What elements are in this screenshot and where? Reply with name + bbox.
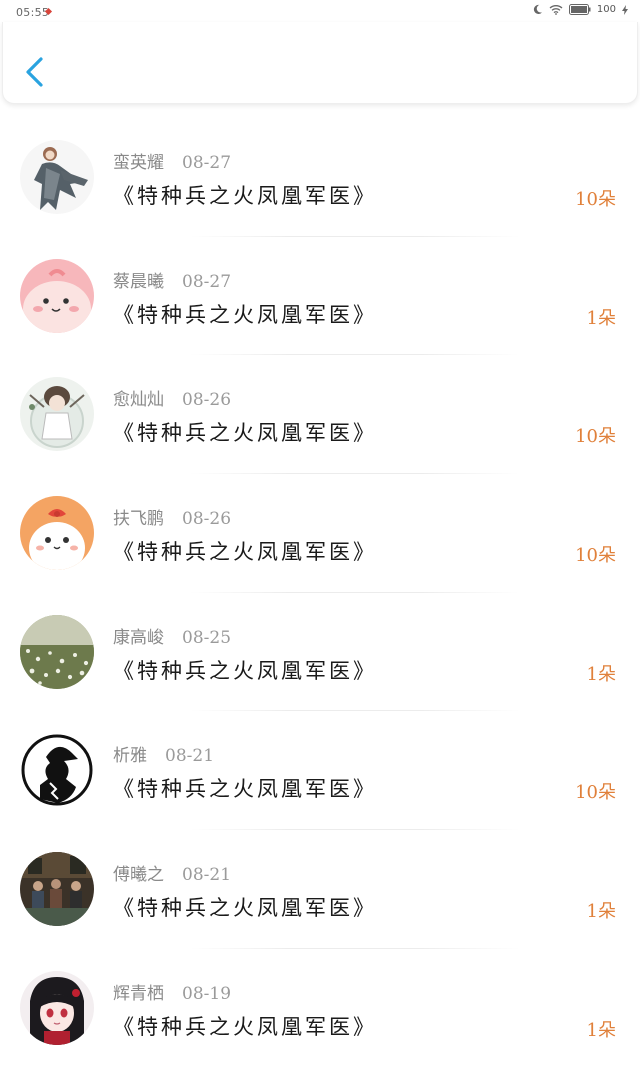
list-item[interactable]: 康高峻 08-25 《特种兵之火凤凰军医》 1朵 [0,593,640,712]
book-title: 《特种兵之火凤凰军医》 [113,1014,377,1039]
sender-meta: 傅曦之 08-21 [113,860,231,885]
chevron-left-icon [26,57,43,87]
battery-icon [568,4,591,15]
gift-date: 08-26 [182,509,232,530]
wifi-icon [549,5,563,15]
status-icons: 100 [532,4,628,15]
group-photo-avatar [20,852,94,927]
gift-date: 08-25 [182,627,232,648]
book-title: 《特种兵之火凤凰军医》 [113,777,377,802]
sender-meta: 蛮英耀 08-27 [113,148,231,173]
sender-name: 析雅 [113,746,147,767]
gift-date: 08-27 [182,153,232,173]
sender-meta: 辉青栖 08-19 [113,979,231,1004]
gift-date: 08-21 [165,746,215,767]
sender-name: 愈灿灿 [113,390,164,411]
battery-level: 100 [596,4,616,15]
avatar[interactable] [20,970,94,1045]
list-item[interactable]: 愈灿灿 08-26 《特种兵之火凤凰军医》 10朵 [0,355,640,475]
list-item[interactable]: 蔡晨曦 08-27 《特种兵之火凤凰军医》 1朵 [0,237,640,356]
sender-meta: 扶飞鹏 08-26 [113,504,231,529]
avatar[interactable] [20,258,94,333]
avatar[interactable] [20,140,94,214]
gift-amount: 10朵 [575,545,616,567]
gift-date: 08-26 [182,390,232,411]
sender-meta: 康高峻 08-25 [113,623,231,648]
globe-girl-avatar [20,377,94,452]
back-button[interactable] [21,52,51,92]
anime-girl-avatar [20,970,94,1045]
sender-name: 蛮英耀 [113,153,164,173]
flower-field-avatar [20,614,94,689]
sender-meta: 析雅 08-21 [113,741,214,766]
gift-amount: 1朵 [586,901,616,923]
avatar[interactable] [20,496,94,571]
orange-bunny-avatar [20,496,94,571]
book-title: 《特种兵之火凤凰军医》 [113,896,377,921]
book-title: 《特种兵之火凤凰军医》 [113,302,377,327]
avatar[interactable] [20,377,94,452]
gift-amount: 1朵 [586,663,616,685]
gift-amount: 10朵 [575,426,616,448]
avatar[interactable] [20,614,94,689]
book-title: 《特种兵之火凤凰军医》 [113,540,377,565]
status-time: 05:55 [16,6,50,19]
sender-meta: 蔡晨曦 08-27 [113,267,231,292]
gift-amount: 10朵 [575,782,616,804]
status-bar: 05:55 100 [0,0,640,24]
list-item[interactable]: 傅曦之 08-21 《特种兵之火凤凰军医》 1朵 [0,830,640,949]
avatar[interactable] [20,733,94,808]
sender-name: 蔡晨曦 [113,271,164,292]
figure-dress-avatar [20,140,94,214]
gift-record-list: 蛮英耀 08-27 《特种兵之火凤凰军医》 10朵 蔡晨曦 08-27 《特种兵之火… [0,118,640,1067]
top-navigation-bar [2,22,638,104]
avatar[interactable] [20,852,94,927]
sender-name: 康高峻 [113,627,164,648]
book-title: 《特种兵之火凤凰军医》 [113,658,377,683]
gift-amount: 1朵 [586,1019,616,1041]
list-item[interactable]: 扶飞鹏 08-26 《特种兵之火凤凰军医》 10朵 [0,474,640,593]
pink-blob-avatar [20,258,94,333]
list-item[interactable]: 蛮英耀 08-27 《特种兵之火凤凰军医》 10朵 [0,118,640,237]
charging-icon [622,4,628,15]
detective-silhouette-avatar [20,733,94,808]
list-item[interactable]: 辉青栖 08-19 《特种兵之火凤凰军医》 1朵 [0,949,640,1067]
list-item[interactable]: 析雅 08-21 《特种兵之火凤凰军医》 10朵 [0,711,640,831]
sender-name: 辉青栖 [113,983,164,1004]
moon-icon [533,4,542,15]
gift-date: 08-21 [182,865,232,886]
book-title: 《特种兵之火凤凰军医》 [113,421,377,446]
gift-amount: 10朵 [575,189,616,210]
gift-amount: 1朵 [586,307,616,329]
gift-date: 08-27 [182,271,232,292]
sender-name: 傅曦之 [113,865,164,886]
sender-meta: 愈灿灿 08-26 [113,385,231,410]
book-title: 《特种兵之火凤凰军医》 [113,184,377,208]
sender-name: 扶飞鹏 [113,509,164,530]
gift-date: 08-19 [182,983,232,1004]
